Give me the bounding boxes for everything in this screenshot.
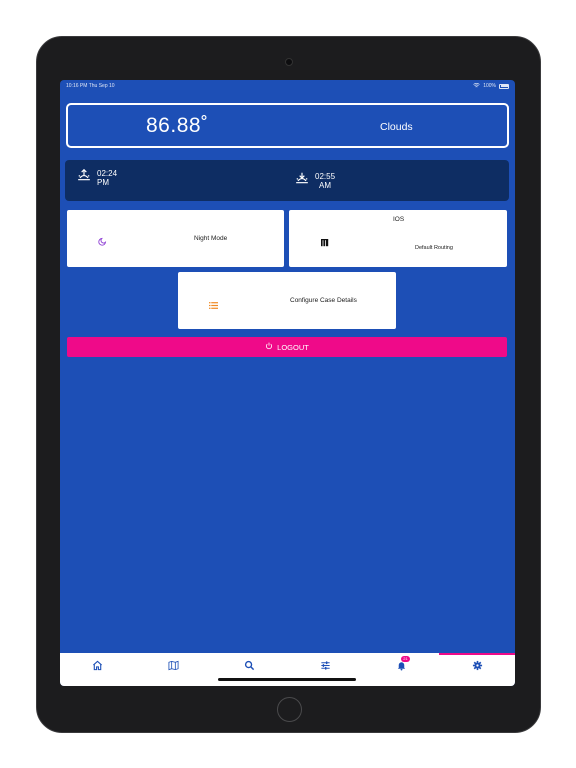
- home-icon: [92, 658, 103, 676]
- home-indicator[interactable]: [218, 678, 356, 681]
- logout-button[interactable]: LOGOUT: [67, 337, 507, 357]
- night-mode-label: Night Mode: [194, 235, 228, 242]
- sunset-period: AM: [319, 180, 331, 190]
- ios-subtitle: Default Routing: [415, 245, 453, 251]
- tab-filters[interactable]: [287, 653, 363, 686]
- tab-map[interactable]: [136, 653, 212, 686]
- battery-icon: [499, 83, 509, 89]
- device-home-button[interactable]: [277, 697, 302, 722]
- status-indicators: 100%: [473, 82, 509, 90]
- routing-icon: [321, 234, 329, 252]
- gear-icon: [472, 658, 483, 676]
- sunset-time: 02:55: [315, 171, 336, 181]
- sunrise-text: 02:24 PM: [97, 169, 117, 187]
- wifi-icon: [473, 82, 480, 90]
- configure-case-label: Configure Case Details: [290, 297, 357, 304]
- sun-times-card: 02:24 PM 02:55 AM: [65, 160, 509, 201]
- logout-label: LOGOUT: [277, 342, 309, 352]
- status-bar: 10:16 PM Thu Sep 10 100%: [60, 80, 515, 92]
- list-icon: [209, 296, 218, 314]
- tab-notifications[interactable]: 21: [363, 653, 439, 686]
- sunrise-icon: [77, 168, 91, 187]
- ios-title: IOS: [393, 216, 405, 223]
- night-mode-tile[interactable]: Night Mode: [67, 210, 284, 267]
- ios-routing-tile[interactable]: IOS Default Routing: [289, 210, 507, 267]
- map-icon: [168, 658, 179, 676]
- search-icon: [244, 658, 255, 676]
- sliders-icon: [320, 658, 331, 676]
- battery-percent: 100%: [483, 83, 496, 89]
- temperature-value: 86.88˚: [146, 114, 209, 137]
- tab-home[interactable]: [60, 653, 136, 686]
- sunrise-period: PM: [97, 177, 109, 187]
- sunrise-item: 02:24 PM: [77, 168, 117, 187]
- bottom-tab-bar: 21: [60, 653, 515, 686]
- weather-card: 86.88˚ Clouds: [66, 103, 509, 148]
- sunrise-time: 02:24: [97, 168, 118, 178]
- tab-search[interactable]: [212, 653, 288, 686]
- configure-case-tile[interactable]: Configure Case Details: [178, 272, 396, 329]
- status-time-date: 10:16 PM Thu Sep 10: [66, 83, 115, 89]
- notification-badge: 21: [401, 656, 410, 662]
- sunset-item: 02:55 AM: [295, 171, 335, 190]
- tab-settings[interactable]: [439, 653, 515, 686]
- sunset-icon: [295, 171, 309, 190]
- app-screen: 10:16 PM Thu Sep 10 100% 86.88˚ Clouds 0…: [60, 80, 515, 686]
- weather-condition: Clouds: [380, 121, 413, 133]
- front-camera: [285, 58, 293, 66]
- sunset-text: 02:55 AM: [315, 172, 335, 190]
- moon-icon: [98, 233, 107, 251]
- power-icon: [265, 342, 273, 352]
